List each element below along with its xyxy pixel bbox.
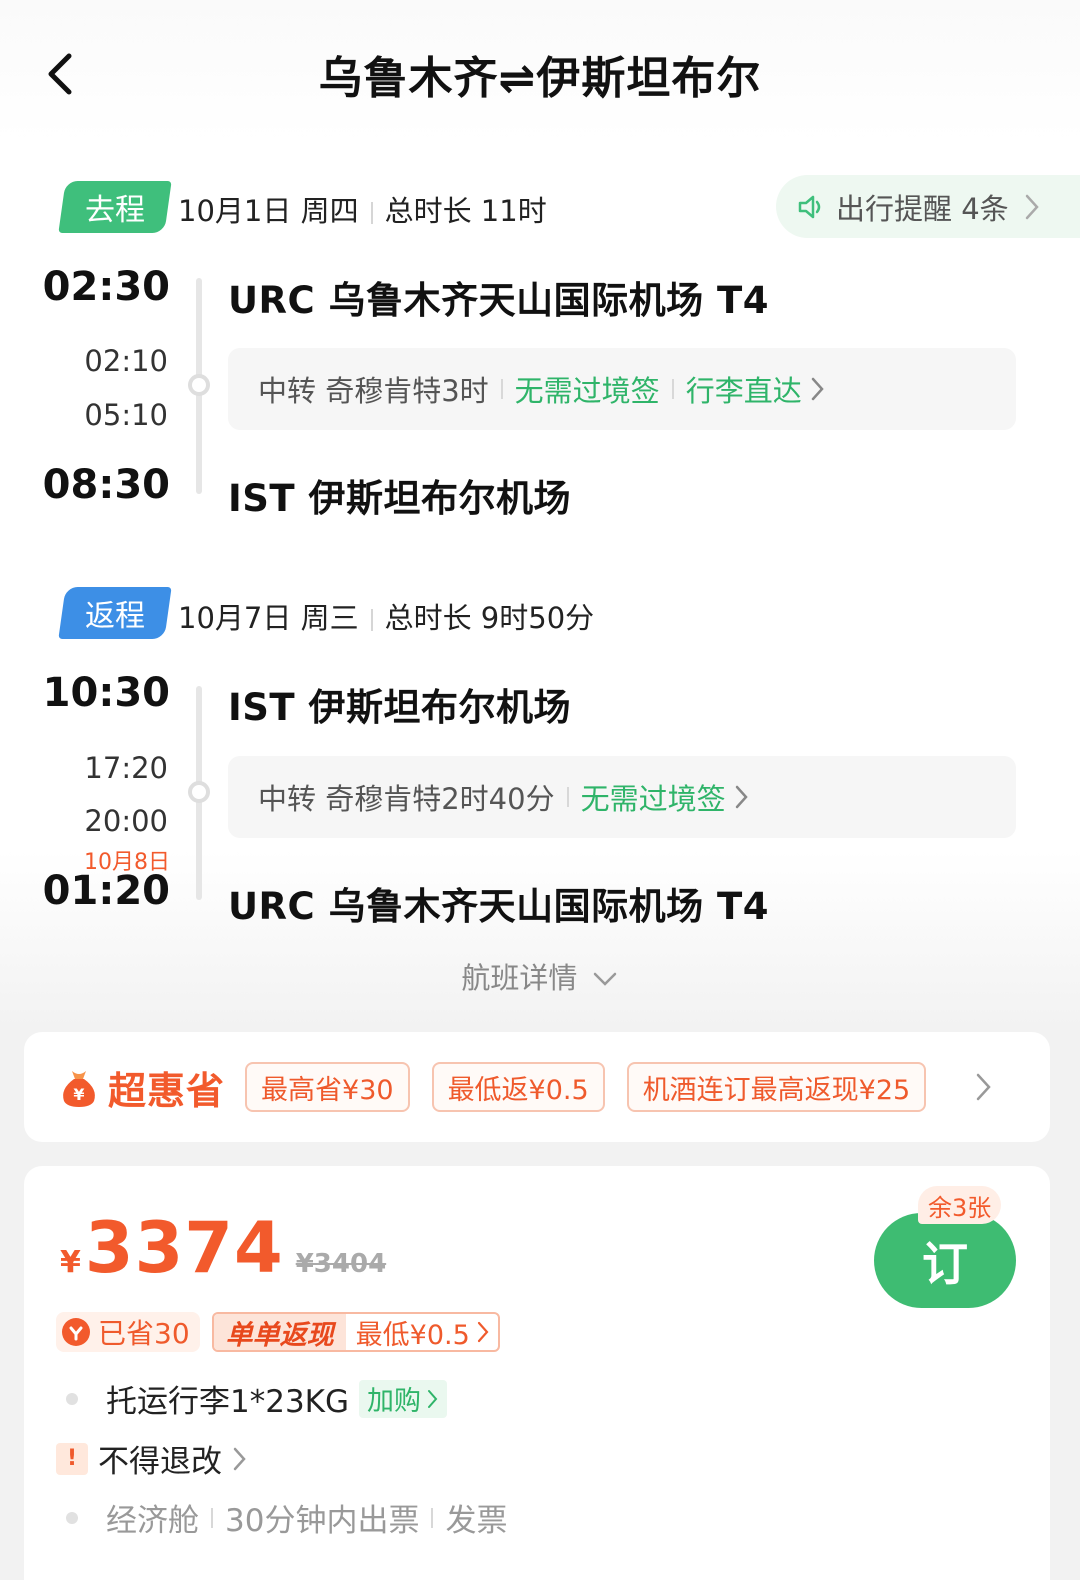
cabin-class: 经济舱 — [106, 1503, 199, 1539]
chevron-right-icon — [428, 1389, 438, 1408]
visa-free-label: 无需过境签 — [580, 782, 726, 816]
return-transfer-dot — [188, 781, 210, 803]
return-date: 10月7日 周三 — [178, 601, 359, 635]
outbound-transfer-depart: 05:10 — [84, 398, 168, 432]
remaining-seats-badge: 余3张 — [918, 1186, 1002, 1224]
outbound-date: 10月1日 周四 — [178, 194, 359, 228]
coupon-hotel-bundle: 机酒连订最高返现¥25 — [626, 1062, 927, 1112]
ticket-info-row: 经济舱 30分钟内出票 发票 — [62, 1495, 507, 1540]
book-button[interactable]: 订 — [874, 1213, 1016, 1308]
refund-policy-row[interactable]: ! 不得退改 — [56, 1436, 248, 1481]
baggage-addon-button[interactable]: 加购 — [359, 1379, 448, 1418]
return-transfer-depart: 20:00 — [84, 804, 168, 838]
price-value: 3374 — [84, 1207, 284, 1289]
baggage-row: 托运行李1*23KG 加购 — [62, 1376, 448, 1421]
return-duration: 总时长 9时50分 — [384, 601, 595, 635]
promo-bar[interactable]: ¥ 超惠省 最高省¥30 最低返¥0.5 机酒连订最高返现¥25 — [24, 1032, 1050, 1142]
return-depart-airport: IST 伊斯坦布尔机场 — [228, 686, 572, 729]
page-title: 乌鲁木齐⇌伊斯坦布尔 — [318, 53, 762, 104]
outbound-depart-time: 02:30 — [42, 264, 170, 310]
coupon-max-save: 最高省¥30 — [245, 1062, 410, 1112]
price-row: ¥ 3374 ¥3404 — [60, 1207, 386, 1289]
reminder-label: 出行提醒 4条 — [836, 191, 1009, 226]
return-date-line: 10月7日 周三 总时长 9时50分 — [178, 595, 594, 637]
outbound-tag: 去程 — [58, 181, 172, 233]
return-transfer-arrive: 17:20 — [84, 751, 168, 785]
chevron-right-icon — [735, 785, 748, 809]
return-arrive-airport: URC 乌鲁木齐天山国际机场 T4 — [228, 885, 769, 928]
return-arrive-time: 01:20 — [42, 868, 170, 914]
svg-text:¥: ¥ — [73, 1085, 84, 1104]
bullet-dot — [66, 1392, 78, 1405]
discount-icon — [62, 1318, 90, 1346]
outbound-transfer-arrive: 02:10 — [84, 344, 168, 378]
travel-reminder-button[interactable]: 出行提醒 4条 — [776, 175, 1080, 238]
outbound-transfer-info[interactable]: 中转 奇穆肯特3时 无需过境签 行李直达 — [228, 348, 1016, 430]
coupon-min-cashback: 最低返¥0.5 — [431, 1062, 605, 1112]
chevron-right-icon — [477, 1321, 489, 1343]
outbound-date-line: 10月1日 周四 总时长 11时 — [178, 188, 547, 230]
return-tag: 返程 — [58, 587, 172, 639]
outbound-arrive-time: 08:30 — [42, 462, 170, 508]
transfer-text: 中转 奇穆肯特3时 — [258, 374, 489, 408]
chevron-right-icon — [811, 377, 824, 401]
price-currency: ¥ — [60, 1245, 81, 1280]
speaker-icon — [798, 195, 821, 218]
ticketing-time: 30分钟内出票 — [225, 1503, 420, 1539]
return-transfer-info[interactable]: 中转 奇穆肯特2时40分 无需过境签 — [228, 756, 1016, 838]
chevron-right-icon — [976, 1073, 991, 1101]
return-depart-time: 10:30 — [42, 670, 170, 716]
invoice-label: 发票 — [445, 1503, 508, 1539]
flight-details-label: 航班详情 — [461, 961, 578, 995]
outbound-depart-airport: URC 乌鲁木齐天山国际机场 T4 — [228, 279, 769, 322]
outbound-duration: 总时长 11时 — [384, 194, 547, 228]
cashback-badge[interactable]: 单单返现 最低¥0.5 — [211, 1312, 500, 1352]
refund-policy: 不得退改 — [98, 1444, 222, 1480]
transfer-text: 中转 奇穆肯特2时40分 — [258, 782, 555, 816]
money-bag-icon: ¥ — [63, 1071, 95, 1107]
chevron-right-icon — [1025, 194, 1039, 219]
savings-row: 已省30 单单返现 最低¥0.5 — [56, 1312, 500, 1352]
outbound-transfer-dot — [188, 374, 210, 396]
flight-details-toggle[interactable]: 航班详情 — [0, 955, 1080, 997]
warning-icon: ! — [56, 1442, 88, 1475]
visa-free-label: 无需过境签 — [514, 374, 660, 408]
bullet-dot — [66, 1511, 78, 1524]
outbound-arrive-airport: IST 伊斯坦布尔机场 — [228, 477, 572, 520]
cashback-tag: 单单返现 — [213, 1314, 346, 1350]
promo-brand: 超惠省 — [108, 1068, 226, 1113]
saved-badge: 已省30 — [56, 1312, 200, 1352]
chevron-right-icon — [233, 1447, 246, 1470]
baggage-allowance: 托运行李1*23KG — [106, 1384, 350, 1420]
cashback-value: 最低¥0.5 — [346, 1314, 498, 1350]
baggage-through-label: 行李直达 — [685, 374, 802, 408]
chevron-down-icon — [593, 972, 616, 986]
original-price: ¥3404 — [295, 1249, 387, 1279]
